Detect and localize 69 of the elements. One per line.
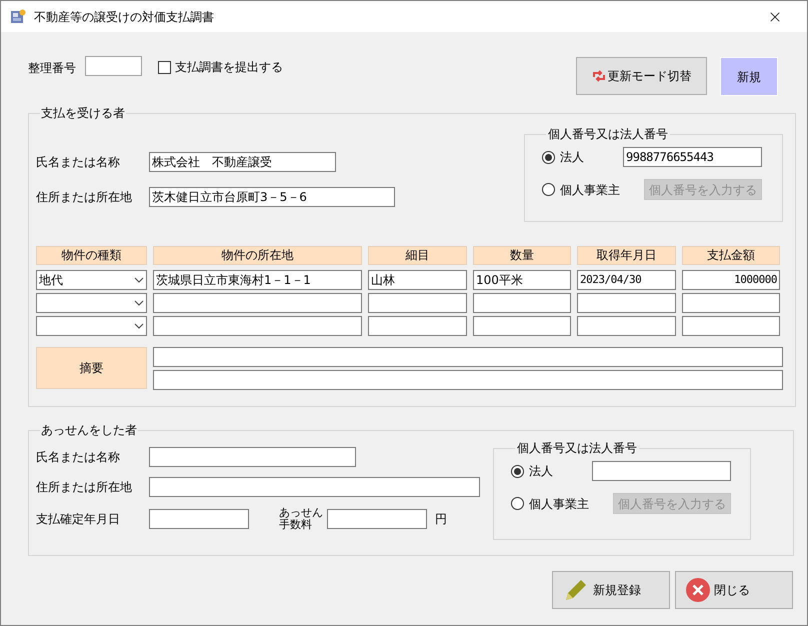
text-field[interactable] — [149, 477, 480, 497]
table-cell-field[interactable]: 1000000 — [682, 270, 780, 290]
column-header: 細目 — [368, 246, 467, 265]
radio-button[interactable] — [542, 183, 555, 196]
currency-label: 円 — [435, 510, 448, 528]
reference-number-field[interactable] — [85, 56, 142, 76]
table-cell-field[interactable] — [153, 316, 362, 336]
new-mode-button[interactable]: 新規 — [720, 57, 778, 96]
property-type-dropdown[interactable] — [36, 316, 147, 336]
close-icon — [686, 578, 710, 602]
column-header: 物件の所在地 — [153, 246, 362, 265]
app-icon — [10, 8, 26, 24]
table-cell-field[interactable] — [577, 316, 676, 336]
field-label: 支払確定年月日 — [36, 510, 121, 528]
radio-option[interactable]: 法人 — [542, 148, 623, 166]
table-cell-field[interactable] — [682, 293, 780, 313]
chevron-down-icon — [134, 323, 144, 329]
radio-option[interactable]: 個人事業主 — [542, 180, 644, 198]
table-cell-field[interactable] — [473, 316, 571, 336]
table-cell-field[interactable] — [368, 316, 467, 336]
radio-option[interactable]: 法人 — [511, 462, 592, 480]
table-cell-field[interactable] — [473, 293, 571, 313]
field-label: 氏名または名称 — [36, 449, 121, 466]
text-field[interactable]: 株式会社 不動産譲受 — [149, 152, 336, 172]
submit-checkbox[interactable]: 支払調書を提出する — [158, 58, 283, 76]
summary-label: 摘要 — [36, 347, 147, 389]
group-title: あっせんをした者 — [40, 422, 138, 439]
table-cell-field[interactable] — [153, 293, 362, 313]
field-label: あっせん手数料 — [279, 507, 324, 530]
table-cell-field[interactable]: 100平米 — [473, 270, 571, 290]
field-label: 住所または所在地 — [36, 189, 133, 206]
field-label: 氏名または名称 — [36, 154, 121, 171]
refresh-icon — [592, 70, 606, 82]
property-type-dropdown[interactable] — [36, 293, 147, 313]
table-cell-field[interactable] — [577, 293, 676, 313]
text-field[interactable]: 茨木健日立市台原町3－5－6 — [149, 187, 395, 207]
chevron-down-icon — [134, 300, 144, 306]
property-type-dropdown[interactable]: 地代 — [36, 270, 147, 290]
register-button[interactable]: 新規登録 — [552, 571, 670, 609]
close-button[interactable]: 閉じる — [675, 571, 793, 609]
table-cell-field[interactable]: 山林 — [368, 270, 467, 290]
field-label: 住所または所在地 — [36, 479, 133, 496]
table-cell-field[interactable] — [368, 293, 467, 313]
column-header: 支払金額 — [682, 246, 780, 265]
column-header: 数量 — [473, 246, 571, 265]
switch-mode-button[interactable]: 更新モード切替 — [576, 57, 707, 95]
radio-button[interactable] — [511, 464, 524, 478]
fee-field[interactable] — [327, 508, 428, 529]
chevron-down-icon — [134, 277, 144, 283]
text-field[interactable] — [149, 447, 356, 467]
group-title: 個人番号又は法人番号 — [516, 440, 638, 457]
table-cell-field[interactable] — [682, 316, 780, 336]
pencil-icon — [563, 577, 589, 603]
corporate-number-field[interactable] — [592, 461, 731, 481]
table-cell-field[interactable]: 2023/04/30 — [577, 270, 676, 290]
group-title: 個人番号又は法人番号 — [547, 126, 669, 143]
table-cell-field[interactable]: 茨城県日立市東海村1－1－1 — [153, 270, 362, 290]
corporate-number-field[interactable]: 9988776655443 — [623, 147, 762, 167]
summary-field[interactable] — [153, 370, 783, 390]
column-header: 物件の種類 — [36, 246, 147, 265]
group-title: 支払を受ける者 — [40, 105, 126, 122]
radio-button[interactable] — [542, 150, 555, 164]
summary-field[interactable] — [153, 347, 783, 367]
date-field[interactable] — [149, 508, 249, 529]
field-label: 整理番号 — [28, 60, 77, 77]
radio-option[interactable]: 個人事業主 — [511, 494, 613, 512]
radio-button[interactable] — [511, 497, 524, 510]
column-header: 取得年月日 — [577, 246, 676, 265]
window-title: 不動産等の譲受けの対価支払調書 — [34, 8, 214, 26]
